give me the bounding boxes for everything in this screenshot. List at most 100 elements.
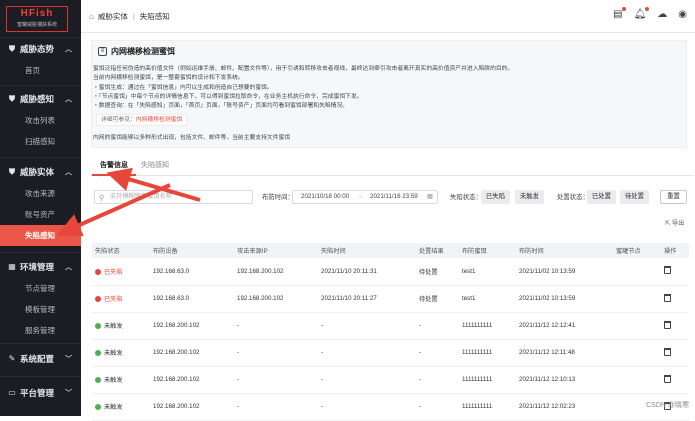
- info-line: ・蜜饵生成：通过在「蜜饵信息」内可以生成和创造自己想要的蜜饵。: [93, 84, 683, 93]
- trash-icon[interactable]: [664, 321, 671, 329]
- table-row: 已失陷192.168.63.0192.168.200.1022021/11/10…: [92, 258, 689, 285]
- sidebar-item-attack-source[interactable]: 攻击来源: [0, 183, 81, 204]
- app-logo[interactable]: HFish 蜜罐威胁捕获系统: [6, 6, 68, 32]
- sidebar-item-account-assets[interactable]: 账号资产: [0, 204, 81, 225]
- filter-untriggered-button[interactable]: 未触发: [515, 190, 544, 204]
- column-header: 操作: [661, 243, 689, 258]
- chevron-up-icon: ︿: [65, 262, 72, 272]
- sidebar-group-entity[interactable]: ⛊威胁实体︿: [0, 161, 81, 183]
- sidebar-group-system-config[interactable]: ✎系统配置﹀: [0, 348, 81, 370]
- info-line: ・「节点蜜饵」中每个节点的详情信息下，可以得到蜜饵拉取命令，在业务主机执行命令，…: [93, 93, 683, 102]
- action-cell: [661, 339, 689, 366]
- table-cell: 1111111111: [459, 339, 516, 366]
- sidebar-group-platform[interactable]: ▭平台管理﹀: [0, 382, 81, 404]
- trash-icon[interactable]: [664, 348, 671, 356]
- sidebar-divider: [0, 157, 81, 158]
- shield-icon: ⛊: [8, 45, 16, 53]
- tab-alert-info[interactable]: 告警信息: [92, 156, 136, 176]
- sidebar-group-environment[interactable]: ▦环境管理︿: [0, 256, 81, 278]
- table-cell: 2021/11/02 10:13:59: [516, 258, 613, 285]
- status-text: 已失陷: [104, 269, 123, 276]
- filter-handled-button[interactable]: 已处置: [587, 190, 616, 204]
- sidebar-item-service-management[interactable]: 服务管理: [0, 320, 81, 341]
- table-cell: 2021/11/10 20:11:27: [318, 285, 416, 312]
- filter-fallen-button[interactable]: 已失陷: [481, 190, 510, 204]
- table-cell: -: [318, 312, 416, 339]
- table-cell: -: [318, 366, 416, 393]
- sidebar-item-compromise-perception[interactable]: 失陷感知: [0, 225, 81, 246]
- column-header: 失陷时间: [318, 243, 416, 258]
- trash-icon[interactable]: [664, 266, 671, 274]
- table-cell: 192.168.63.0: [150, 258, 234, 285]
- chevron-down-icon: ﹀: [65, 354, 72, 364]
- sidebar-divider: [0, 343, 81, 344]
- home-icon[interactable]: ⌂: [89, 12, 94, 21]
- bait-icon: ≡: [98, 47, 107, 56]
- reference-prefix: 详细可参见：: [101, 117, 136, 123]
- table-cell: 192.168.200.102: [234, 258, 318, 285]
- column-header: 攻击来源IP: [234, 243, 318, 258]
- sidebar-item-scan-perception[interactable]: 扫描感知: [0, 131, 81, 152]
- status-text: 未触发: [104, 377, 123, 384]
- fall-status-label: 失陷状态：: [450, 192, 482, 201]
- table-row: 未触发192.168.200.102---11111111112021/11/1…: [92, 312, 689, 339]
- info-line: 蜜饵泛指任何伪造的高价值文件（例如运维手册、邮件、配置文件等），用于引诱和转移攻…: [93, 65, 683, 74]
- action-cell: [661, 258, 689, 285]
- shield-icon: ⛊: [8, 95, 16, 103]
- date-range-picker[interactable]: 2021/10/18 00:00 → 2021/11/16 23:59 ▦: [292, 190, 438, 204]
- sidebar-item-attack-list[interactable]: 攻击列表: [0, 110, 81, 131]
- table-row: 未触发192.168.200.102---11111111112021/11/1…: [92, 339, 689, 366]
- sidebar-item-node-management[interactable]: 节点管理: [0, 278, 81, 299]
- sidebar: HFish 蜜罐威胁捕获系统 ⛊威胁态势︿ 首页 ⛊威胁感知︿ 攻击列表 扫描感…: [0, 0, 81, 416]
- column-header: 失陷状态: [92, 243, 150, 258]
- bell-icon[interactable]: 🔔︎: [634, 9, 647, 20]
- date-end[interactable]: 2021/11/16 23:59: [370, 191, 418, 203]
- chat-icon[interactable]: ☁: [657, 9, 667, 20]
- export-button[interactable]: ⇱ 导出: [665, 218, 684, 227]
- calendar-icon[interactable]: ▦: [427, 191, 433, 203]
- info-line: 当前内网横移检测蜜饵，是一整套蜜饵的设计和下发系统。: [93, 74, 683, 83]
- search-input[interactable]: ⚲支持模糊搜索蜜饵名称: [94, 190, 253, 204]
- logo-title: HFish: [7, 7, 67, 21]
- reference-link[interactable]: 内网横移检测蜜饵: [136, 117, 182, 123]
- top-icons: ▤ 🔔︎ ☁ ◉: [613, 9, 687, 20]
- sidebar-divider: [0, 252, 81, 253]
- breadcrumb-parent[interactable]: 威胁实体: [98, 11, 128, 22]
- column-header: 布防时间: [516, 243, 613, 258]
- status-dot: [95, 323, 101, 329]
- status-cell: 未触发: [92, 339, 150, 366]
- user-icon[interactable]: ◉: [678, 9, 687, 20]
- filter-bar: ⚲支持模糊搜索蜜饵名称 布防时间： 2021/10/18 00:00 → 202…: [91, 188, 691, 204]
- tab-compromise-perception[interactable]: 失陷感知: [136, 156, 174, 176]
- monitor-icon: ▭: [8, 389, 16, 397]
- sidebar-group-situation[interactable]: ⛊威胁态势︿: [0, 38, 81, 60]
- table-cell: 192.168.200.102: [150, 312, 234, 339]
- status-cell: 已失陷: [92, 285, 150, 312]
- filter-pending-button[interactable]: 待处置: [620, 190, 649, 204]
- sidebar-item-home[interactable]: 首页: [0, 60, 81, 81]
- table-cell: 待处置: [416, 258, 459, 285]
- top-bar: ⌂ 威胁实体 | 失陷感知 ▤ 🔔︎ ☁ ◉: [81, 0, 695, 33]
- trash-icon[interactable]: [664, 375, 671, 383]
- reference-tag: 详细可参见：内网横移检测蜜饵: [96, 114, 187, 126]
- reset-button[interactable]: 重置: [660, 190, 687, 204]
- chevron-down-icon: ﹀: [65, 388, 72, 398]
- chevron-up-icon: ︿: [65, 94, 72, 104]
- date-start[interactable]: 2021/10/18 00:00: [301, 191, 349, 203]
- trash-icon[interactable]: [664, 294, 671, 302]
- sidebar-section-system: ✎系统配置﹀: [0, 348, 81, 370]
- sidebar-section-situation: ⛊威胁态势︿ 首页: [0, 38, 81, 81]
- status-text: 已失陷: [104, 296, 123, 303]
- table-cell: -: [234, 339, 318, 366]
- export-label: 导出: [672, 220, 684, 227]
- table-cell: -: [416, 312, 459, 339]
- table-cell: 2021/11/12 12:10:13: [516, 366, 613, 393]
- search-icon: ⚲: [99, 193, 104, 205]
- status-dot: [95, 404, 101, 410]
- document-icon[interactable]: ▤: [613, 9, 622, 20]
- sidebar-group-label: 环境管理: [20, 261, 54, 273]
- sidebar-group-perception[interactable]: ⛊威胁感知︿: [0, 88, 81, 110]
- table-cell: 待处置: [416, 285, 459, 312]
- sidebar-item-template-management[interactable]: 模板管理: [0, 299, 81, 320]
- column-header: 蜜罐节点: [613, 243, 661, 258]
